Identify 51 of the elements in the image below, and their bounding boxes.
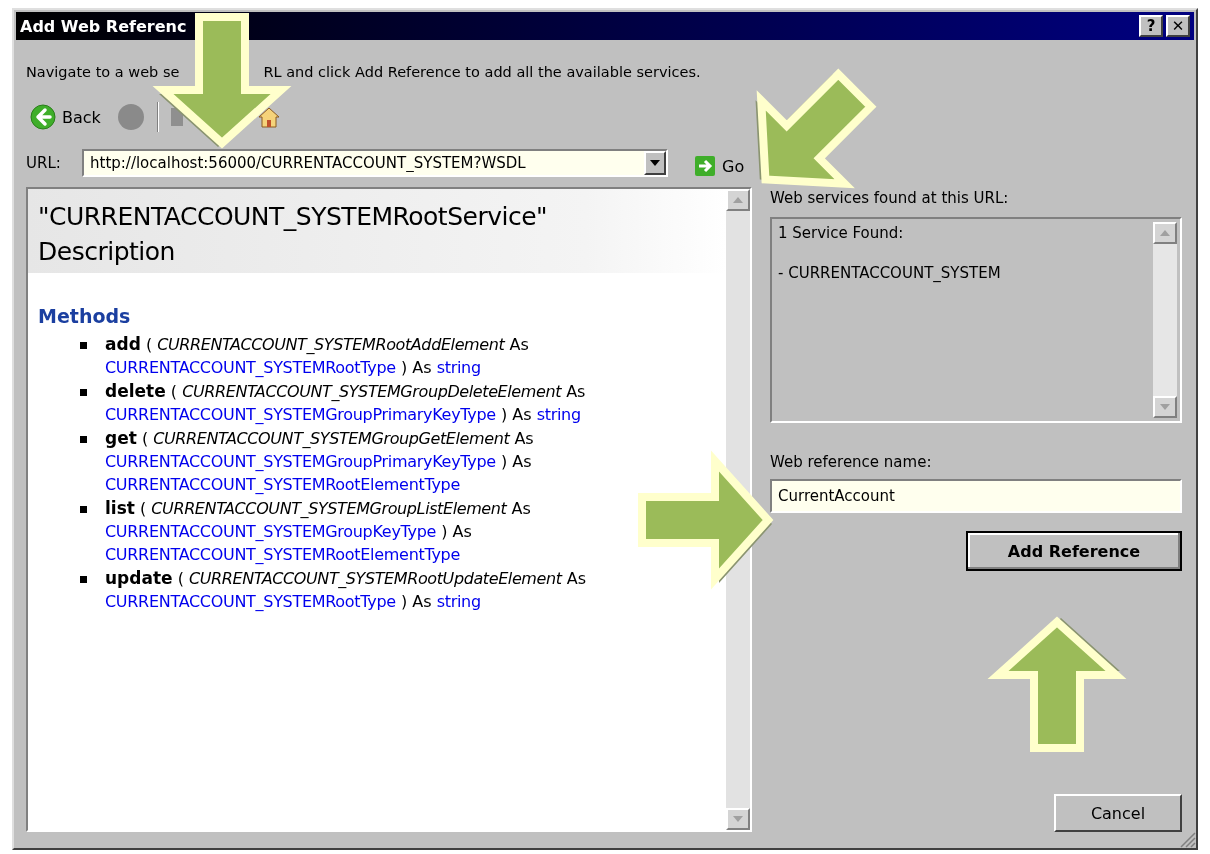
type-link[interactable]: CURRENTACCOUNT_SYSTEMRootType [105,592,396,611]
up-caret-icon [1160,230,1170,236]
scroll-up-button[interactable] [726,189,750,211]
type-link[interactable]: CURRENTACCOUNT_SYSTEMGroupKeyType [105,522,437,541]
bullet-icon [80,389,87,396]
reference-name-field[interactable]: CurrentAccount [770,479,1182,513]
bullet-icon [80,342,87,349]
instruction-text: Navigate to a web se [26,64,180,80]
method-signature: get ( CURRENTACCOUNT_SYSTEMGroupGetElement As CURRENTACCOUNT_SYSTEMGroupPrimaryKeyType ) As CURRENTACCOUNT_SYSTEMRootElementType [105,427,535,496]
back-button[interactable]: Back [26,104,105,130]
window-title: Add Web Referenc [20,16,187,36]
url-field[interactable]: http://localhost:56000/CURRENTACCOUNT_SYSTEM?WSDL [82,149,668,177]
home-icon[interactable] [256,105,281,129]
dropdown-button[interactable] [644,151,666,175]
instruction-text: RL and click Add Reference to add all the available services. [263,64,701,80]
close-button[interactable]: ✕ [1166,15,1190,37]
go-button[interactable]: Go [692,153,747,179]
down-caret-icon [1160,404,1170,410]
help-button[interactable]: ? [1139,15,1163,37]
method-signature: add ( CURRENTACCOUNT_SYSTEMRootAddElement As CURRENTACCOUNT_SYSTEMRootType ) As string [105,333,530,379]
methods-heading: Methods [38,305,132,327]
method-signature: update ( CURRENTACCOUNT_SYSTEMRootUpdateElement As CURRENTACCOUNT_SYSTEMRootType ) As string [105,567,587,613]
service-line: - CURRENTACCOUNT_SYSTEM [778,264,1002,282]
resize-grip-icon[interactable] [1178,830,1196,848]
type-link[interactable]: CURRENTACCOUNT_SYSTEMRootElementType [105,475,460,494]
type-link[interactable]: CURRENTACCOUNT_SYSTEMGroupPrimaryKeyType [105,405,496,424]
bullet-icon [80,576,87,583]
down-caret-icon [733,816,743,822]
scroll-down-button[interactable] [1153,396,1177,418]
type-link[interactable]: string [536,405,581,424]
scroll-down-button[interactable] [726,808,750,830]
type-link[interactable]: string [436,592,481,611]
services-label: Web services found at this URL: [770,189,1010,207]
cancel-button[interactable]: Cancel [1054,794,1182,832]
bullet-icon [80,436,87,443]
type-link[interactable]: string [436,358,481,377]
type-link[interactable]: CURRENTACCOUNT_SYSTEMGroupPrimaryKeyType [105,452,496,471]
bullet-icon [80,506,87,513]
url-label: URL: [26,154,62,172]
scrollbar[interactable] [1153,222,1177,418]
method-signature: list ( CURRENTACCOUNT_SYSTEMGroupListElement As CURRENTACCOUNT_SYSTEMGroupKeyType ) As CURRENTACCOUNT_SYSTEMRootElementType [105,497,532,566]
service-title: "CURRENTACCOUNT_SYSTEMRootService" Description [38,201,549,268]
type-link[interactable]: CURRENTACCOUNT_SYSTEMRootElementType [105,545,460,564]
caret-icon [650,160,660,166]
type-link[interactable]: CURRENTACCOUNT_SYSTEMRootType [105,358,396,377]
service-line: 1 Service Found: [778,224,905,242]
add-reference-button[interactable]: Add Reference [966,531,1182,571]
scroll-up-button[interactable] [1153,222,1177,244]
up-caret-icon [733,197,743,203]
reference-name-label: Web reference name: [770,453,933,471]
method-signature: delete ( CURRENTACCOUNT_SYSTEMGroupDeleteElement As CURRENTACCOUNT_SYSTEMGroupPrimaryKeyType ) As string [105,380,587,426]
